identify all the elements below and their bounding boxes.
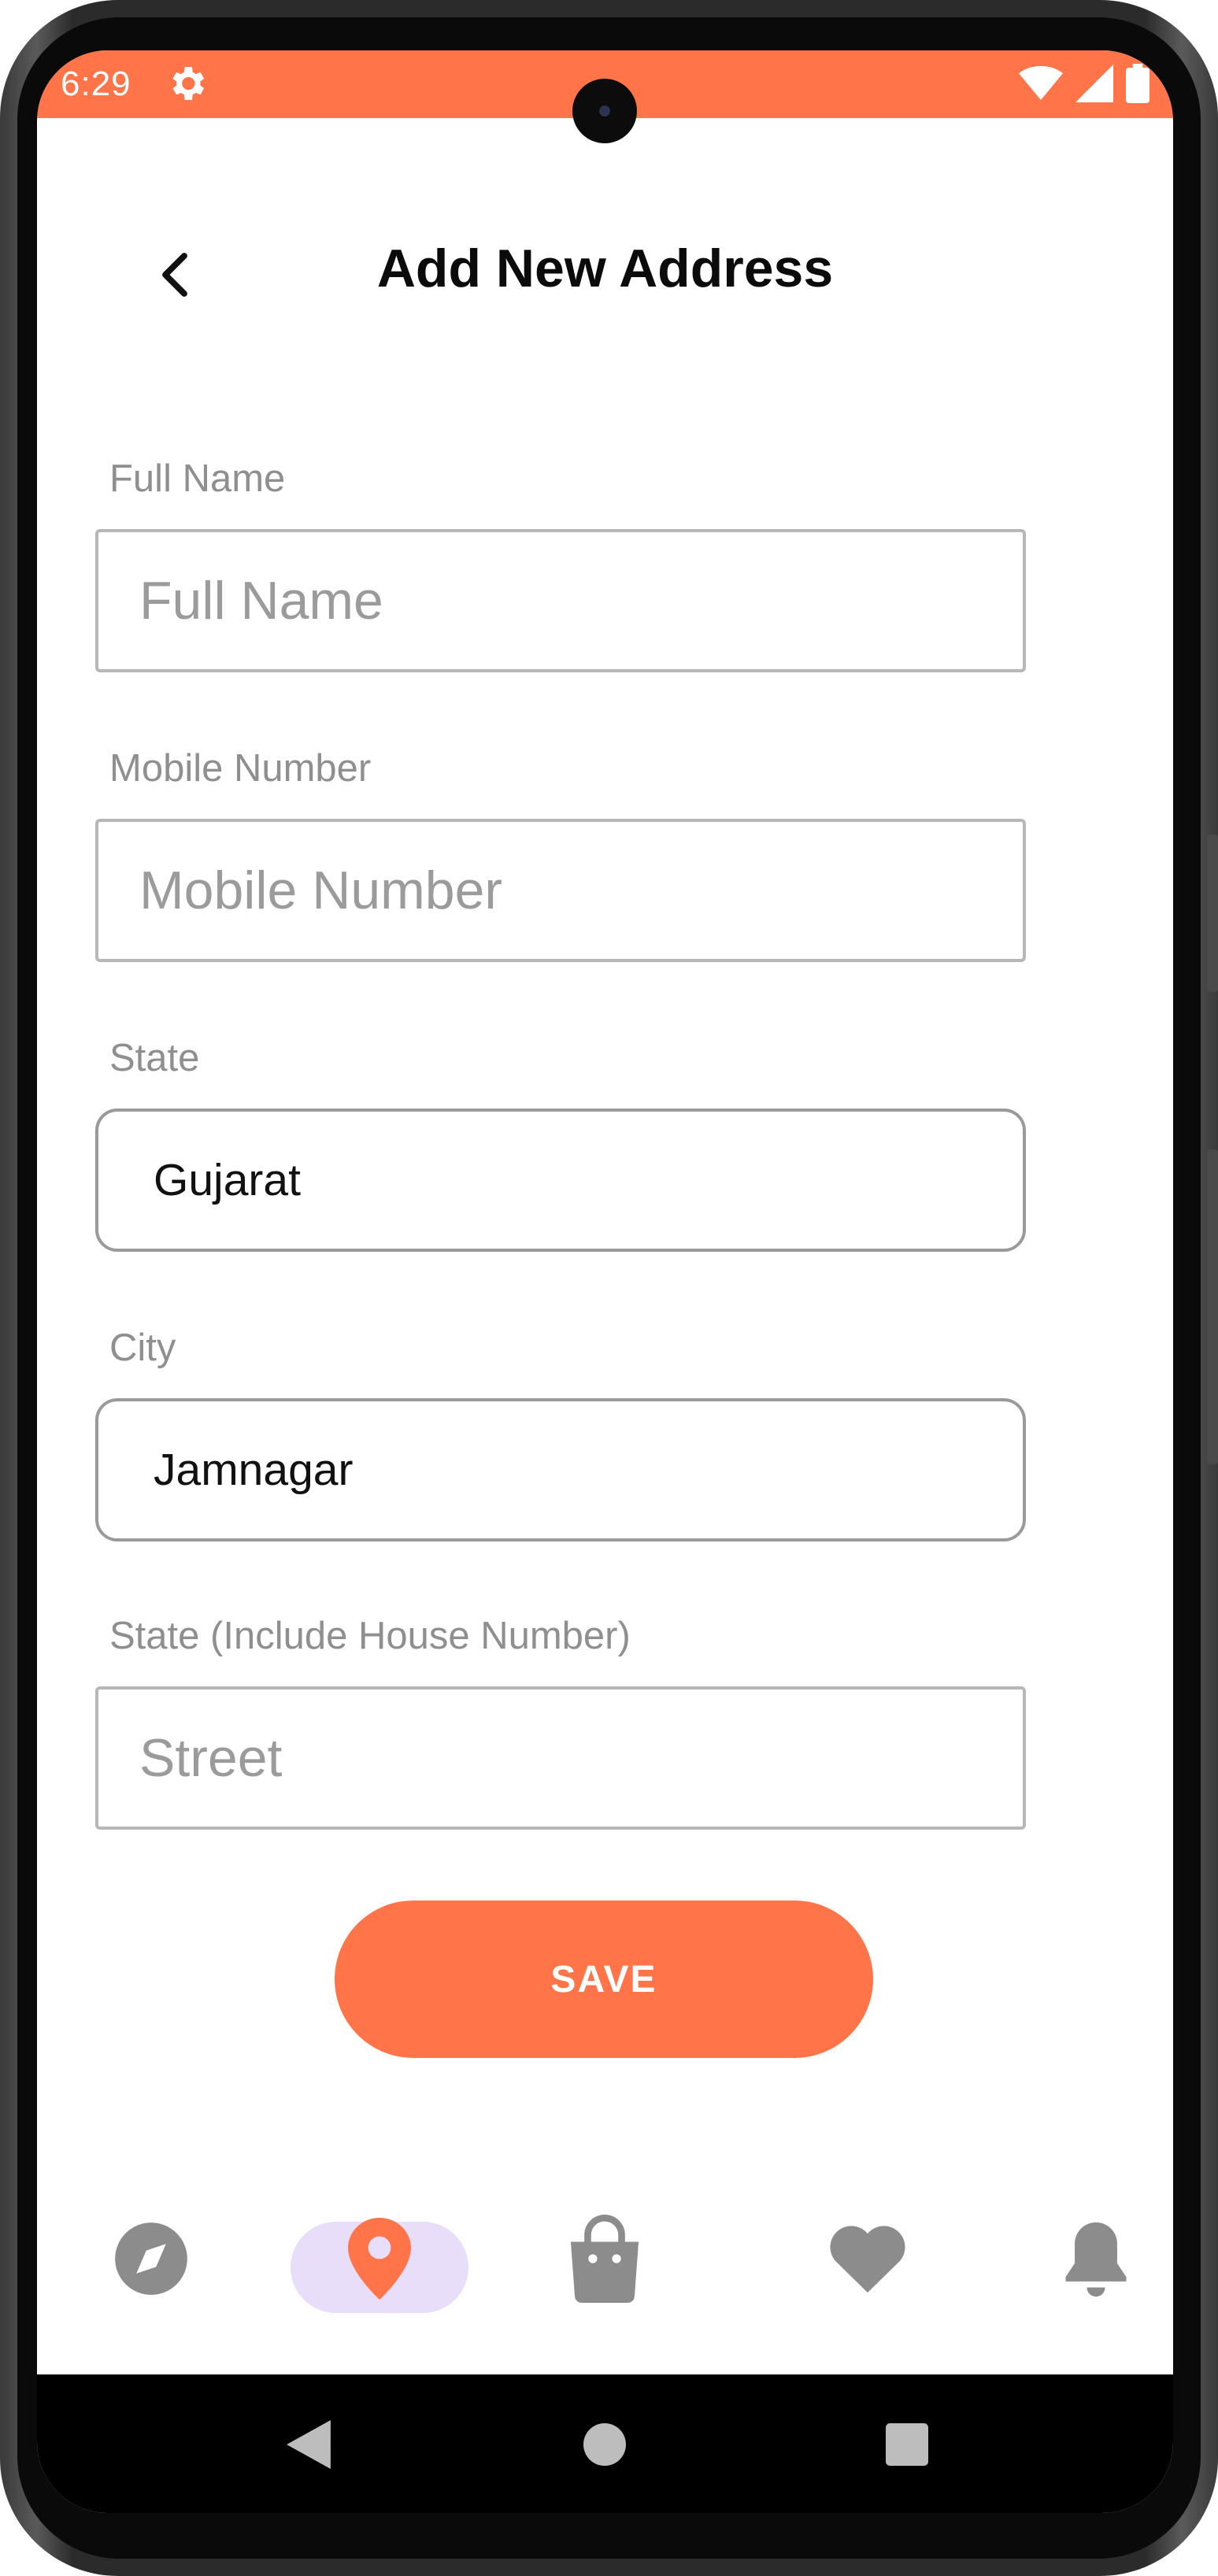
state-field[interactable]: Gujarat [95,1108,1026,1252]
front-camera [572,79,637,143]
home-circle-icon [583,2423,626,2466]
settings-gear-icon [172,67,205,100]
state-label: State [109,1037,200,1079]
heart-icon [830,2226,905,2293]
status-icons [1019,63,1150,104]
volume-button [1207,835,1218,992]
bottom-navigation [37,2200,1173,2326]
city-field[interactable]: Jamnagar [95,1398,1026,1542]
compass-icon [115,2223,187,2295]
nav-explore[interactable] [108,2200,194,2318]
system-home-button[interactable] [569,2409,640,2480]
power-button [1207,1149,1218,1464]
status-time: 6:29 [61,65,131,103]
wifi-icon [1019,65,1063,100]
city-label: City [109,1327,176,1369]
save-button[interactable]: SAVE [335,1901,873,2058]
street-input[interactable] [98,1690,1023,1827]
full-name-input[interactable] [98,532,1023,669]
city-value: Jamnagar [154,1445,354,1495]
phone-frame: 6:29 Add New Address Full Name Full Name… [0,0,1218,2576]
state-value: Gujarat [154,1155,301,1205]
bell-icon [1065,2222,1127,2297]
app-screen: 6:29 Add New Address Full Name Full Name… [37,50,1173,2513]
recents-square-icon [886,2423,928,2466]
full-name-field[interactable] [95,529,1026,672]
street-label: State (Include House Number) [109,1615,631,1657]
battery-icon [1126,64,1150,103]
mobile-number-label: Mobile Number [109,747,372,790]
mobile-number-input[interactable] [98,822,1023,959]
system-recents-button[interactable] [872,2409,942,2480]
nav-favorites[interactable] [824,2200,911,2318]
street-field[interactable] [95,1686,1026,1830]
shopping-bag-icon [570,2215,639,2303]
signal-icon [1075,65,1113,102]
system-back-button[interactable] [273,2409,344,2480]
mobile-number-field[interactable] [95,819,1026,962]
page-title: Add New Address [376,239,834,298]
back-triangle-icon [287,2420,331,2469]
full-name-label: Full Name [109,457,286,500]
nav-notifications[interactable] [1053,2200,1139,2318]
nav-shop[interactable] [561,2200,648,2318]
nav-address[interactable] [340,2200,419,2318]
system-navigation-bar [37,2374,1173,2513]
location-pin-icon [348,2218,411,2300]
